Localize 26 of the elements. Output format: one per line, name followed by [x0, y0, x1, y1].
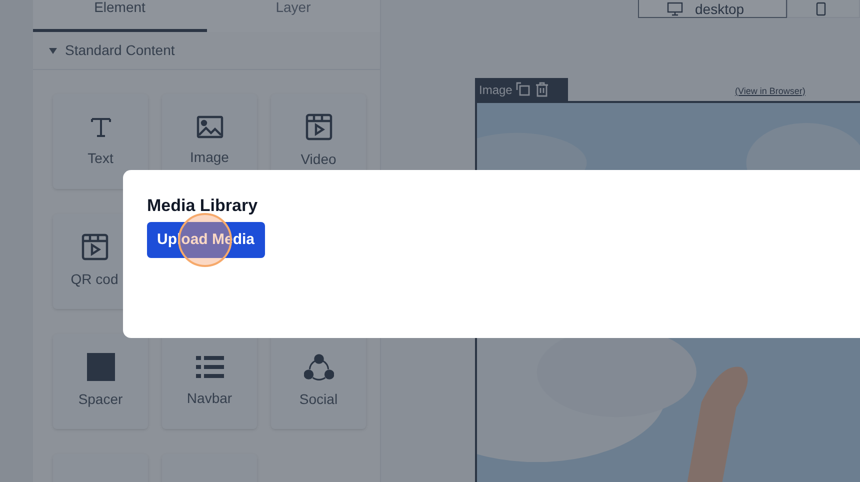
image-icon — [196, 115, 224, 139]
tile-label: QR cod — [70, 270, 118, 289]
sidebar-tab[interactable]: Layer — [206, 0, 380, 32]
trash-icon[interactable] — [535, 82, 550, 97]
tile-label: Text — [88, 149, 114, 168]
monitor-icon — [667, 2, 683, 16]
share-nodes-icon — [304, 353, 334, 381]
copy-icon[interactable] — [516, 82, 532, 97]
phone-icon — [816, 2, 826, 16]
tile-label: Spacer — [78, 390, 123, 409]
block-label: Image — [479, 82, 512, 98]
video-icon — [80, 233, 108, 261]
tile-label: Social — [299, 390, 338, 409]
element-tile[interactable]: Spacer — [53, 334, 148, 429]
device-button[interactable]: desktop — [638, 0, 787, 18]
device-button[interactable] — [787, 0, 860, 18]
element-tile[interactable]: Text — [53, 94, 148, 189]
tile-label: Image — [190, 148, 229, 167]
view-in-browser-link[interactable]: (View in Browser) — [735, 84, 806, 98]
tile-label: Video — [300, 150, 336, 169]
tile-label: Navbar — [186, 389, 232, 408]
list-icon — [194, 354, 224, 380]
section-title: Standard Content — [65, 41, 175, 60]
square-icon — [86, 353, 114, 381]
video-icon — [304, 113, 332, 141]
modal-title: Media Library — [147, 196, 258, 216]
